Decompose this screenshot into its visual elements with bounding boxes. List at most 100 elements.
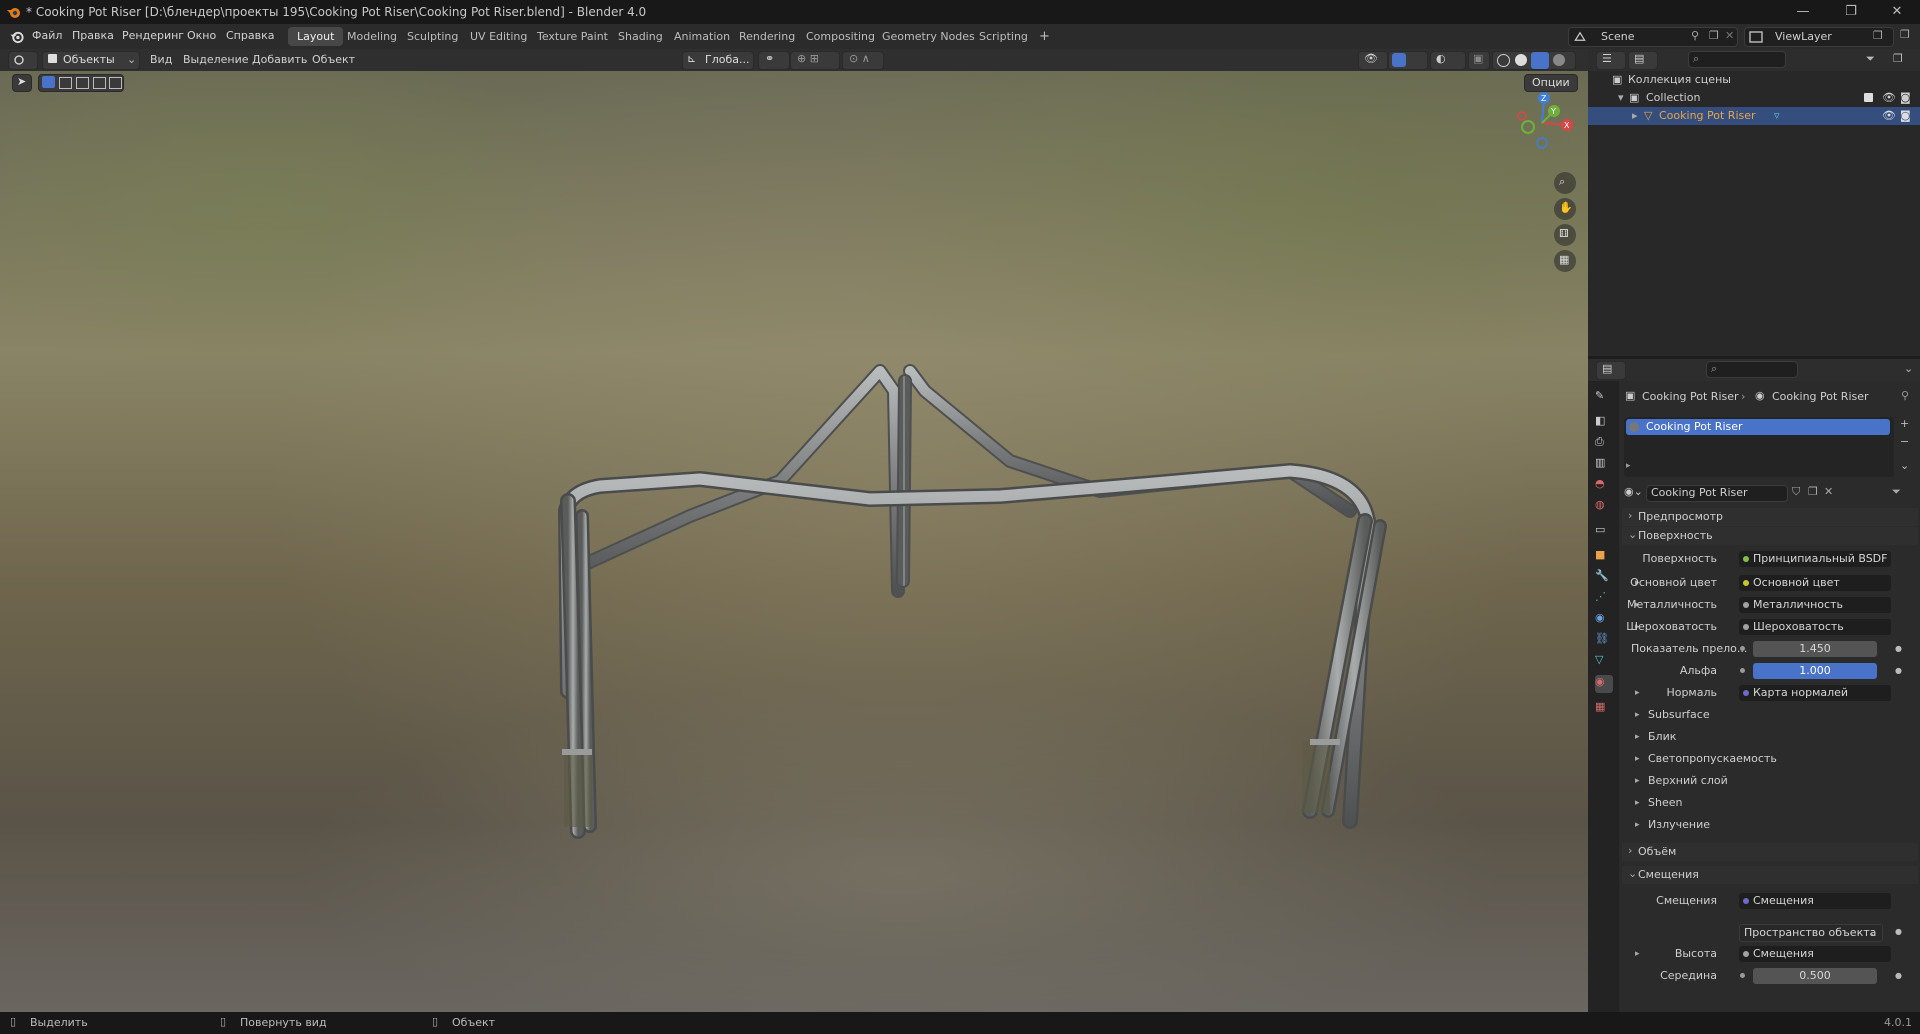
world-tab-icon[interactable]: ◍ xyxy=(1595,498,1613,516)
particles-tab-icon[interactable]: ⋰ xyxy=(1595,590,1613,608)
outliner-row-cooking-pot-riser[interactable]: ▸ ▽ Cooking Pot Riser ▿ 👁 ◙ xyxy=(1588,107,1920,125)
modifiers-tab-icon[interactable]: 🔧 xyxy=(1595,569,1613,587)
height-field[interactable]: Смещения xyxy=(1739,946,1891,962)
visibility-eye-icon[interactable]: 👁 xyxy=(1882,107,1896,125)
close-button[interactable]: ✕ xyxy=(1882,3,1912,21)
perspective-toggle-icon[interactable]: ▦ xyxy=(1554,250,1576,272)
filter-icon[interactable]: ⏷ xyxy=(1866,52,1875,66)
menu-file[interactable]: Файл xyxy=(32,29,62,42)
data-tab-icon[interactable]: ▽ xyxy=(1595,653,1613,671)
keyframe-dot-icon[interactable]: ● xyxy=(1895,639,1902,659)
material-datablock[interactable]: ◉⌄ Cooking Pot Riser ⛉ ❐ ✕ ⏷ xyxy=(1624,485,1914,503)
tab-rendering[interactable]: Rendering xyxy=(730,27,804,46)
material-preview-shading-icon[interactable] xyxy=(1531,52,1549,69)
remove-view-layer-icon[interactable]: ❐ xyxy=(1900,28,1910,41)
wireframe-shading-icon[interactable] xyxy=(1497,54,1510,67)
normal-field[interactable]: Карта нормалей xyxy=(1739,685,1891,701)
scene-selector[interactable]: Scene ⚲ ❐ ✕ xyxy=(1568,27,1738,47)
view-layer-selector[interactable]: ViewLayer ❐ xyxy=(1744,27,1894,47)
outliner[interactable]: ▣ Коллекция сцены ▾ ▣ Collection 👁 ◙ ▸ ▽… xyxy=(1588,71,1920,356)
3d-viewport[interactable]: ➤ Опции Z X Y ⌕ ✋ ⚅ ▦ xyxy=(0,71,1588,1012)
menu-edit[interactable]: Правка xyxy=(72,29,114,42)
maximize-button[interactable]: ❐ xyxy=(1836,3,1866,21)
interaction-mode-dropdown[interactable]: Объекты ⌄ xyxy=(42,51,140,70)
editor-type-button[interactable] xyxy=(8,51,38,70)
filter-icon[interactable]: ⏷ xyxy=(1892,485,1901,499)
rendered-shading-icon[interactable] xyxy=(1553,54,1565,66)
browse-material-icon[interactable]: ◉⌄ xyxy=(1624,485,1643,498)
expand-arrow-icon[interactable]: ▸ xyxy=(1632,107,1638,125)
remove-scene-icon[interactable]: ✕ xyxy=(1725,29,1734,42)
panel-surface[interactable]: ⌄ Поверхность xyxy=(1622,527,1918,545)
navigation-gizmo[interactable]: Z X Y xyxy=(1508,87,1578,157)
output-tab-icon[interactable]: ⎙ xyxy=(1595,435,1613,453)
expand-arrow-icon[interactable]: ▾ xyxy=(1618,89,1624,107)
physics-tab-icon[interactable]: ◉ xyxy=(1595,611,1613,629)
pivot-point-dropdown[interactable]: ⚭ xyxy=(758,51,790,70)
panel-preview[interactable]: › Предпросмотр xyxy=(1622,508,1918,526)
subpanel-coat[interactable]: ▸ Верхний слой xyxy=(1619,771,1920,791)
material-slot-list[interactable]: Cooking Pot Riser ▸ xyxy=(1624,417,1894,477)
add-workspace-button[interactable]: + xyxy=(1030,27,1059,46)
tab-layout[interactable]: Layout xyxy=(288,27,344,46)
fake-user-icon[interactable]: ⛉ xyxy=(1792,485,1800,499)
scene-tab-icon[interactable]: ◓ xyxy=(1595,477,1613,495)
minimize-button[interactable]: — xyxy=(1788,3,1818,21)
menu-help[interactable]: Справка xyxy=(226,29,274,42)
add-slot-button[interactable]: + xyxy=(1900,417,1909,430)
visibility-dropdown[interactable]: 👁 xyxy=(1358,51,1388,70)
menu-render[interactable]: Рендеринг xyxy=(122,29,184,42)
material-slot-row[interactable]: Cooking Pot Riser xyxy=(1626,419,1890,435)
subpanel-emission[interactable]: ▸ Излучение xyxy=(1619,815,1920,835)
tab-animation[interactable]: Animation xyxy=(665,27,739,46)
expand-arrow-icon[interactable]: ▸ xyxy=(1626,461,1631,471)
exclude-checkbox[interactable] xyxy=(1864,93,1873,102)
outliner-search-input[interactable]: ⌕ xyxy=(1688,51,1786,68)
keyframe-dot-icon[interactable]: ● xyxy=(1895,661,1902,681)
snapping-dropdown[interactable]: ⊕ ⊞ xyxy=(790,51,840,70)
outliner-row-scene-collection[interactable]: ▣ Коллекция сцены xyxy=(1588,71,1920,89)
camera-view-icon[interactable]: ⚅ xyxy=(1554,224,1576,246)
new-collection-icon[interactable]: ❐ xyxy=(1893,52,1903,65)
constraints-tab-icon[interactable]: ⛓ xyxy=(1595,632,1613,650)
pan-hand-icon[interactable]: ✋ xyxy=(1554,198,1576,220)
view-layer-tab-icon[interactable]: ▥ xyxy=(1595,456,1613,474)
new-view-layer-icon[interactable]: ❐ xyxy=(1873,29,1883,42)
tab-scripting[interactable]: Scripting xyxy=(970,27,1037,46)
menu-object[interactable]: Объект xyxy=(312,53,355,66)
material-name-field[interactable]: Cooking Pot Riser xyxy=(1646,485,1788,502)
visibility-eye-icon[interactable]: 👁 xyxy=(1882,89,1896,107)
menu-window[interactable]: Окно xyxy=(187,29,216,42)
chevron-down-icon[interactable]: ⌄ xyxy=(1904,362,1913,375)
zoom-icon[interactable]: ⌕ xyxy=(1554,172,1576,194)
pin-icon[interactable]: ⚲ xyxy=(1901,389,1909,402)
tab-compositing[interactable]: Compositing xyxy=(797,27,884,46)
unlink-material-icon[interactable]: ✕ xyxy=(1824,485,1833,498)
midlevel-field[interactable]: 0.500 xyxy=(1753,968,1877,984)
transform-orientation-dropdown[interactable]: ⊾ Глоба... xyxy=(682,51,754,70)
remove-slot-button[interactable]: − xyxy=(1900,435,1909,448)
tool-tab-icon[interactable]: ✎ xyxy=(1595,389,1613,407)
panel-volume[interactable]: › Объём xyxy=(1622,843,1918,861)
menu-select[interactable]: Выделение xyxy=(183,53,249,66)
panel-displacement[interactable]: ⌄ Смещения xyxy=(1622,866,1918,884)
cooking-pot-riser-model[interactable] xyxy=(0,71,1588,1012)
subpanel-subsurface[interactable]: ▸ Subsurface xyxy=(1619,705,1920,725)
ior-field[interactable]: 1.450 xyxy=(1753,641,1877,657)
displacement-space-dropdown[interactable]: Пространство объекта ⌄ xyxy=(1739,924,1883,942)
subpanel-specular[interactable]: ▸ Блик xyxy=(1619,727,1920,747)
collection-tab-icon[interactable]: ▭ xyxy=(1595,523,1613,541)
render-camera-icon[interactable]: ◙ xyxy=(1900,107,1911,125)
surface-shader-field[interactable]: Принципиальный BSDF xyxy=(1739,551,1891,567)
shading-mode-group[interactable] xyxy=(1492,51,1576,70)
metallic-field[interactable]: Металличность xyxy=(1739,597,1891,613)
tab-modeling[interactable]: Modeling xyxy=(338,27,406,46)
outliner-editor-type[interactable]: ☰ xyxy=(1596,51,1626,70)
base-color-field[interactable]: Основной цвет xyxy=(1739,575,1891,591)
tab-texture-paint[interactable]: Texture Paint xyxy=(528,27,617,46)
subpanel-sheen[interactable]: ▸ Sheen xyxy=(1619,793,1920,813)
properties-search-input[interactable]: ⌕ xyxy=(1706,361,1798,378)
displacement-field[interactable]: Смещения xyxy=(1739,893,1891,909)
blender-menu-icon[interactable] xyxy=(9,29,25,44)
xray-toggle[interactable]: ▣ xyxy=(1468,51,1490,70)
